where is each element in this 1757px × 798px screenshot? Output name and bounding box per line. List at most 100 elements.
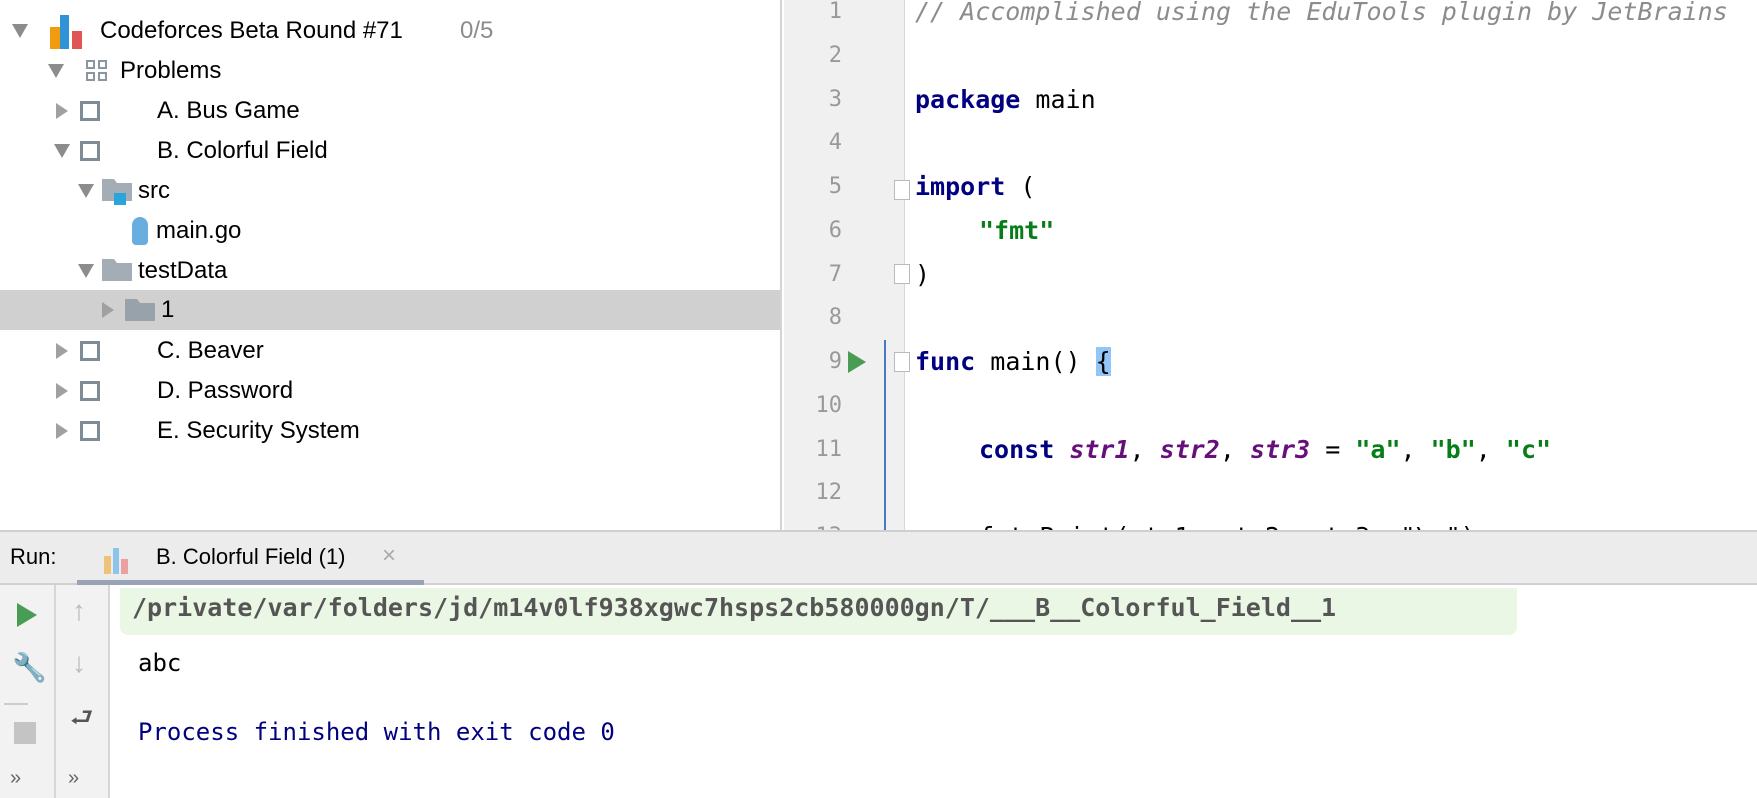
line-number: 9 [828,349,842,374]
tree-item-src[interactable]: src [0,171,780,211]
expand-arrow-icon[interactable] [56,103,68,119]
stop-icon[interactable] [14,722,36,744]
problem-label: D. Password [157,377,294,404]
code-text: , [1400,435,1431,464]
expand-arrow-icon[interactable] [56,423,68,439]
line-number: 12 [815,480,843,506]
section-grid-icon [86,60,108,82]
code-line-3: package main [915,78,1096,122]
section-label: Problems [120,57,222,84]
line-number: 13 [784,515,843,530]
more-actions-icon[interactable]: » [10,767,21,790]
task-unchecked-icon [80,141,100,161]
variable: str1 [1069,435,1130,464]
line-number: 8 [828,305,842,331]
fold-marker-icon[interactable] [894,180,910,200]
tree-item-test-1[interactable]: 1 [0,290,780,330]
file-label: main.go [156,217,242,244]
folder-label: src [138,177,170,204]
keyword: package [915,85,1021,114]
scope-indicator [884,340,886,530]
toolbar-separator [4,703,28,705]
course-title: Codeforces Beta Round #71 [100,17,403,44]
run-console: 🔧 » ↑ ↓ ⮐ » /private/var/folders/jd/m14v… [0,585,1757,798]
code-text: , [1475,435,1506,464]
collapse-arrow-icon[interactable] [12,24,28,38]
scroll-up-icon[interactable]: ↑ [72,595,86,627]
folder-label: 1 [161,296,175,323]
exit-message: Process finished with exit code 0 [138,718,615,746]
code-line-11: const str1, str2, str3 = "a", "b", "c" [979,428,1551,472]
tree-item-main-go[interactable]: main.go [0,211,780,251]
command-line: /private/var/folders/jd/m14v0lf938xgwc7h… [132,593,1337,622]
tree-item-problem-c[interactable]: C. Beaver [0,331,780,371]
string: "b" [1430,435,1476,464]
line-number: 6 [828,217,842,243]
collapse-arrow-icon[interactable] [54,144,70,158]
problem-label: B. Colorful Field [157,137,328,164]
tree-item-testdata[interactable]: testData [0,251,780,291]
code-line-5: import ( [915,165,1035,209]
tree-item-problems[interactable]: Problems [0,51,780,91]
code-text: , [1129,435,1160,464]
line-number: 4 [828,130,842,156]
folder-icon [125,299,155,321]
run-label: Run: [10,544,57,569]
course-chart-icon [104,548,128,574]
fold-marker-icon[interactable] [894,264,910,284]
line-number: 11 [815,436,843,462]
tree-item-problem-d[interactable]: D. Password [0,371,780,411]
task-unchecked-icon [80,341,100,361]
more-actions-icon[interactable]: » [68,767,79,790]
tree-item-problem-b[interactable]: B. Colorful Field [0,131,780,171]
wrench-icon[interactable]: 🔧 [12,651,47,684]
code-text: main [1020,85,1096,114]
run-toolbar: 🔧 » [0,585,56,798]
line-number: 10 [815,392,843,418]
console-toolbar: ↑ ↓ ⮐ » [56,585,110,798]
run-gutter-icon[interactable] [848,351,866,373]
code-line-1: // Accomplished using the EduTools plugi… [915,0,1728,26]
line-number: 3 [828,86,842,112]
course-progress: 0/5 [460,17,494,44]
code-text: ( [1005,172,1036,201]
soft-wrap-icon[interactable]: ⮐ [70,699,93,743]
tree-item-problem-e[interactable]: E. Security System [0,411,780,451]
problem-label: C. Beaver [157,337,264,364]
run-tab[interactable]: B. Colorful Field (1) × [77,532,424,585]
code-text: = [1310,435,1356,464]
expand-arrow-icon[interactable] [102,302,114,318]
close-tab-icon[interactable]: × [382,542,396,570]
collapse-arrow-icon[interactable] [78,184,94,198]
code-line-9: func main() { [915,340,1111,384]
code-editor[interactable]: 12345678910111213 // Accomplished using … [784,0,1757,530]
go-gopher-icon [132,217,148,245]
fold-marker-icon[interactable] [894,352,910,372]
tree-item-problem-a[interactable]: A. Bus Game [0,91,780,131]
line-number: 2 [828,42,842,68]
program-output: abc [138,649,182,677]
run-tab-label: B. Colorful Field (1) [156,544,346,569]
task-unchecked-icon [80,381,100,401]
keyword: const [979,435,1055,464]
project-tree: Codeforces Beta Round #71 0/5 Problems A… [0,0,782,530]
string: "a" [1355,435,1401,464]
run-toolwindow-header: Run: B. Colorful Field (1) × [0,530,1757,585]
code-text: main() [975,347,1096,376]
tree-item-course[interactable]: Codeforces Beta Round #71 0/5 [0,11,780,51]
task-unchecked-icon [80,421,100,441]
expand-arrow-icon[interactable] [56,383,68,399]
line-number: 7 [828,261,842,287]
keyword: import [915,172,1006,201]
collapse-arrow-icon[interactable] [48,64,64,78]
code-line-7: ) [915,260,931,289]
problem-label: E. Security System [157,417,360,444]
course-chart-icon [50,13,90,49]
scroll-down-icon[interactable]: ↓ [72,647,86,679]
rerun-icon[interactable] [17,603,37,627]
collapse-arrow-icon[interactable] [78,264,94,278]
variable: str3 [1249,435,1311,464]
expand-arrow-icon[interactable] [56,343,68,359]
line-number: 1 [828,0,842,24]
task-unchecked-icon [80,101,100,121]
